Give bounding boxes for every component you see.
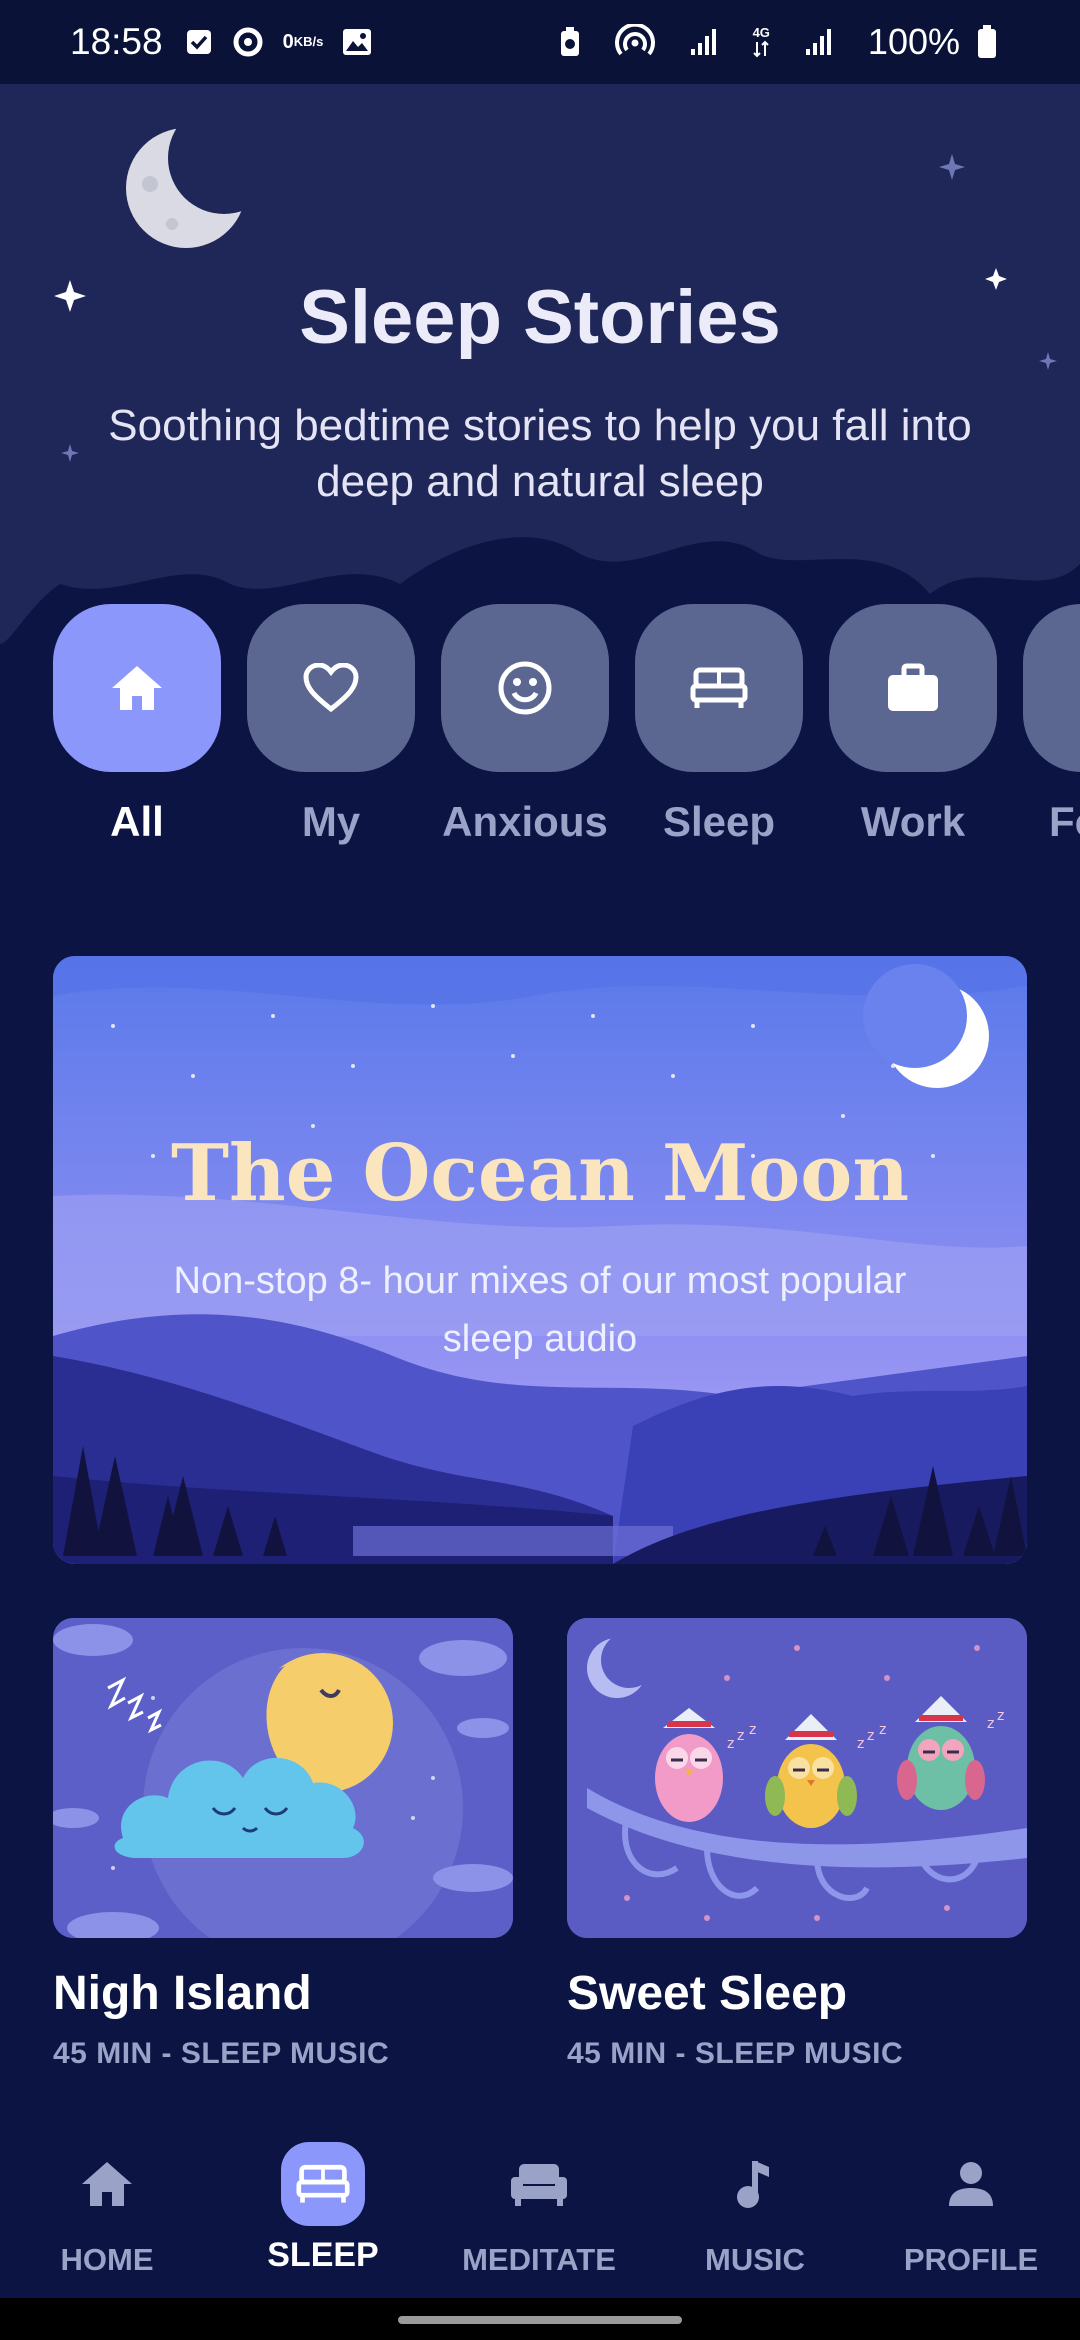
image-notification-icon xyxy=(341,27,373,57)
category-anxious[interactable]: Anxious xyxy=(441,604,609,846)
svg-text:z: z xyxy=(857,1736,864,1752)
category-label: Work xyxy=(860,798,966,845)
nav-label: PROFILE xyxy=(903,2242,1039,2277)
featured-story-card[interactable]: The Ocean Moon Non-stop 8- hour mixes of… xyxy=(53,956,1027,1564)
svg-text:z: z xyxy=(867,1728,874,1744)
story-title: Nigh Island xyxy=(53,1967,312,2020)
gesture-nav-area xyxy=(0,2298,1080,2340)
nav-label: MUSIC xyxy=(705,2242,805,2277)
bed-icon xyxy=(690,667,748,708)
category-partial[interactable]: Fo xyxy=(1023,604,1080,846)
category-label: Fo xyxy=(1049,798,1080,845)
sync-notification-icon xyxy=(231,25,265,59)
signal-strength-icon xyxy=(689,27,719,57)
network-type-label: 4G xyxy=(752,25,770,40)
category-filter-row[interactable]: All My Anxious Sleep Work Fo xyxy=(0,604,1080,864)
home-gesture-bar[interactable] xyxy=(398,2316,682,2324)
signal-strength-2-icon xyxy=(804,27,834,57)
nav-icon-wrap[interactable] xyxy=(497,2142,581,2226)
svg-text:z: z xyxy=(749,1722,756,1738)
status-bar: 18:58 0 KB/s 4G 100% xyxy=(0,0,1080,84)
category-tile[interactable] xyxy=(441,604,609,772)
person-icon xyxy=(949,2162,993,2206)
nav-home[interactable]: HOME xyxy=(7,2142,207,2278)
category-tile[interactable] xyxy=(53,604,221,772)
category-tile[interactable] xyxy=(829,604,997,772)
svg-text:z: z xyxy=(879,1722,886,1738)
nav-profile[interactable]: PROFILE xyxy=(871,2142,1071,2278)
story-title: Sweet Sleep xyxy=(567,1967,848,2020)
network-type-indicator: 4G xyxy=(753,26,770,58)
nav-icon-wrap[interactable] xyxy=(65,2142,149,2226)
story-card-nigh-island[interactable]: Nigh Island 45 MIN - SLEEP MUSIC xyxy=(53,1618,513,2071)
bed-icon xyxy=(296,2164,350,2203)
net-speed-indicator: 0 KB/s xyxy=(283,32,324,52)
nav-sleep[interactable]: SLEEP xyxy=(223,2142,423,2275)
nav-music[interactable]: MUSIC xyxy=(655,2142,855,2278)
status-time: 18:58 xyxy=(70,21,163,62)
story-thumbnail[interactable]: zzz zzz zz xyxy=(567,1618,1027,1938)
svg-text:z: z xyxy=(737,1728,744,1744)
bottom-navigation: HOME SLEEP MEDITATE MUSIC PROFILE xyxy=(0,2118,1080,2298)
story-meta: 45 MIN - SLEEP MUSIC xyxy=(53,2037,390,2070)
sofa-icon xyxy=(511,2164,567,2206)
nav-icon-wrap[interactable] xyxy=(281,2142,365,2226)
home-icon xyxy=(112,666,162,710)
battery-icon xyxy=(976,24,998,60)
battery-saver-icon xyxy=(559,26,581,58)
category-tile[interactable] xyxy=(247,604,415,772)
music-note-icon xyxy=(737,2161,769,2208)
category-all[interactable]: All xyxy=(53,604,221,846)
nav-label: MEDITATE xyxy=(462,2242,616,2277)
nav-icon-wrap[interactable] xyxy=(929,2142,1013,2226)
net-speed-value: 0 xyxy=(282,31,294,53)
page-title: Sleep Stories xyxy=(299,275,781,360)
nav-label: SLEEP xyxy=(267,2236,379,2274)
sleeping-cloud-illustration xyxy=(53,1618,513,1938)
smiley-icon xyxy=(498,661,552,715)
page-subtitle: Soothing bedtime stories to help you fal… xyxy=(108,401,972,506)
category-tile[interactable] xyxy=(635,604,803,772)
story-card-sweet-sleep[interactable]: zzz zzz zz Sweet Sleep 45 MIN - SLEEP MU… xyxy=(567,1618,1027,2071)
category-label: Sleep xyxy=(662,798,776,845)
story-meta: 45 MIN - SLEEP MUSIC xyxy=(567,2037,904,2070)
nav-icon-wrap[interactable] xyxy=(713,2142,797,2226)
hotspot-icon xyxy=(614,24,655,60)
svg-text:z: z xyxy=(727,1736,734,1752)
checkbox-notification-icon xyxy=(185,28,213,56)
featured-subtitle: Non-stop 8- hour mixes of our most popul… xyxy=(173,1260,907,1360)
nav-meditate[interactable]: MEDITATE xyxy=(439,2142,639,2278)
featured-title: The Ocean Moon xyxy=(170,1128,910,1219)
category-sleep[interactable]: Sleep xyxy=(635,604,803,846)
battery-percent: 100% xyxy=(867,21,960,62)
category-work[interactable]: Work xyxy=(829,604,997,846)
home-icon xyxy=(82,2162,132,2206)
category-label: All xyxy=(110,798,164,845)
category-my[interactable]: My xyxy=(247,604,415,846)
briefcase-icon xyxy=(888,663,938,711)
svg-text:z: z xyxy=(997,1708,1004,1724)
category-label: My xyxy=(301,798,361,845)
heart-icon xyxy=(303,663,359,713)
sleeping-owls-illustration: zzz zzz zz xyxy=(567,1618,1027,1938)
svg-text:z: z xyxy=(987,1716,994,1732)
category-tile[interactable] xyxy=(1023,604,1080,772)
category-label: Anxious xyxy=(442,798,608,845)
nav-label: HOME xyxy=(60,2242,154,2277)
net-speed-unit: KB/s xyxy=(293,34,324,49)
story-thumbnail[interactable] xyxy=(53,1618,513,1938)
